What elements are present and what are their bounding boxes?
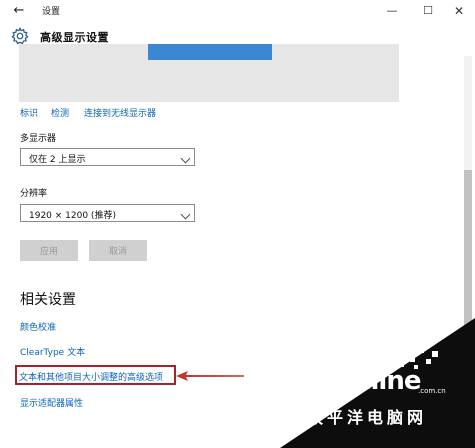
resolution-label: 分辨率	[20, 189, 48, 199]
cancel-button[interactable]: 取消	[89, 240, 147, 261]
logo-wordmark: PConline	[300, 366, 421, 396]
highlight-box	[15, 365, 176, 385]
window-title: 设置	[42, 7, 61, 17]
maximize-button[interactable]: ☐	[416, 2, 440, 20]
logo-subtitle: 太平洋电脑网	[307, 408, 428, 427]
display-adapter-properties-link[interactable]: 显示适配器属性	[20, 396, 83, 409]
identify-link[interactable]: 标识	[20, 106, 38, 119]
minimize-icon: —	[386, 4, 398, 17]
apply-button[interactable]: 应用	[20, 240, 78, 261]
related-settings-heading: 相关设置	[20, 292, 76, 308]
resolution-dropdown[interactable]: 1920 × 1200 (推荐)	[20, 204, 195, 222]
multiple-displays-dropdown[interactable]: 仅在 2 上显示	[20, 148, 195, 166]
apply-label: 应用	[39, 247, 58, 257]
cleartype-text-link[interactable]: ClearType 文本	[20, 345, 85, 358]
detect-link[interactable]: 检测	[51, 106, 69, 119]
dropdown-value: 仅在 2 上显示	[29, 155, 86, 165]
chevron-down-icon	[180, 153, 191, 164]
red-arrow-icon	[176, 371, 244, 381]
logo-domain: .com.cn	[418, 387, 446, 395]
arrow-left-icon: ←	[13, 3, 25, 18]
multiple-displays-label: 多显示器	[20, 134, 57, 144]
gear-icon	[11, 27, 29, 45]
cancel-label: 取消	[108, 247, 127, 257]
dropdown-value: 1920 × 1200 (推荐)	[29, 211, 116, 221]
chevron-down-icon	[180, 209, 191, 220]
close-button[interactable]: ✕	[447, 2, 471, 20]
back-button[interactable]: ←	[8, 2, 30, 20]
connect-wireless-display-link[interactable]: 连接到无线显示器	[84, 106, 156, 119]
color-calibration-link[interactable]: 颜色校准	[20, 320, 56, 333]
monitor-tile[interactable]	[148, 44, 272, 60]
page-title: 高级显示设置	[40, 31, 109, 44]
maximize-icon: ☐	[423, 4, 433, 17]
minimize-button[interactable]: —	[380, 2, 404, 20]
close-icon: ✕	[453, 4, 465, 18]
